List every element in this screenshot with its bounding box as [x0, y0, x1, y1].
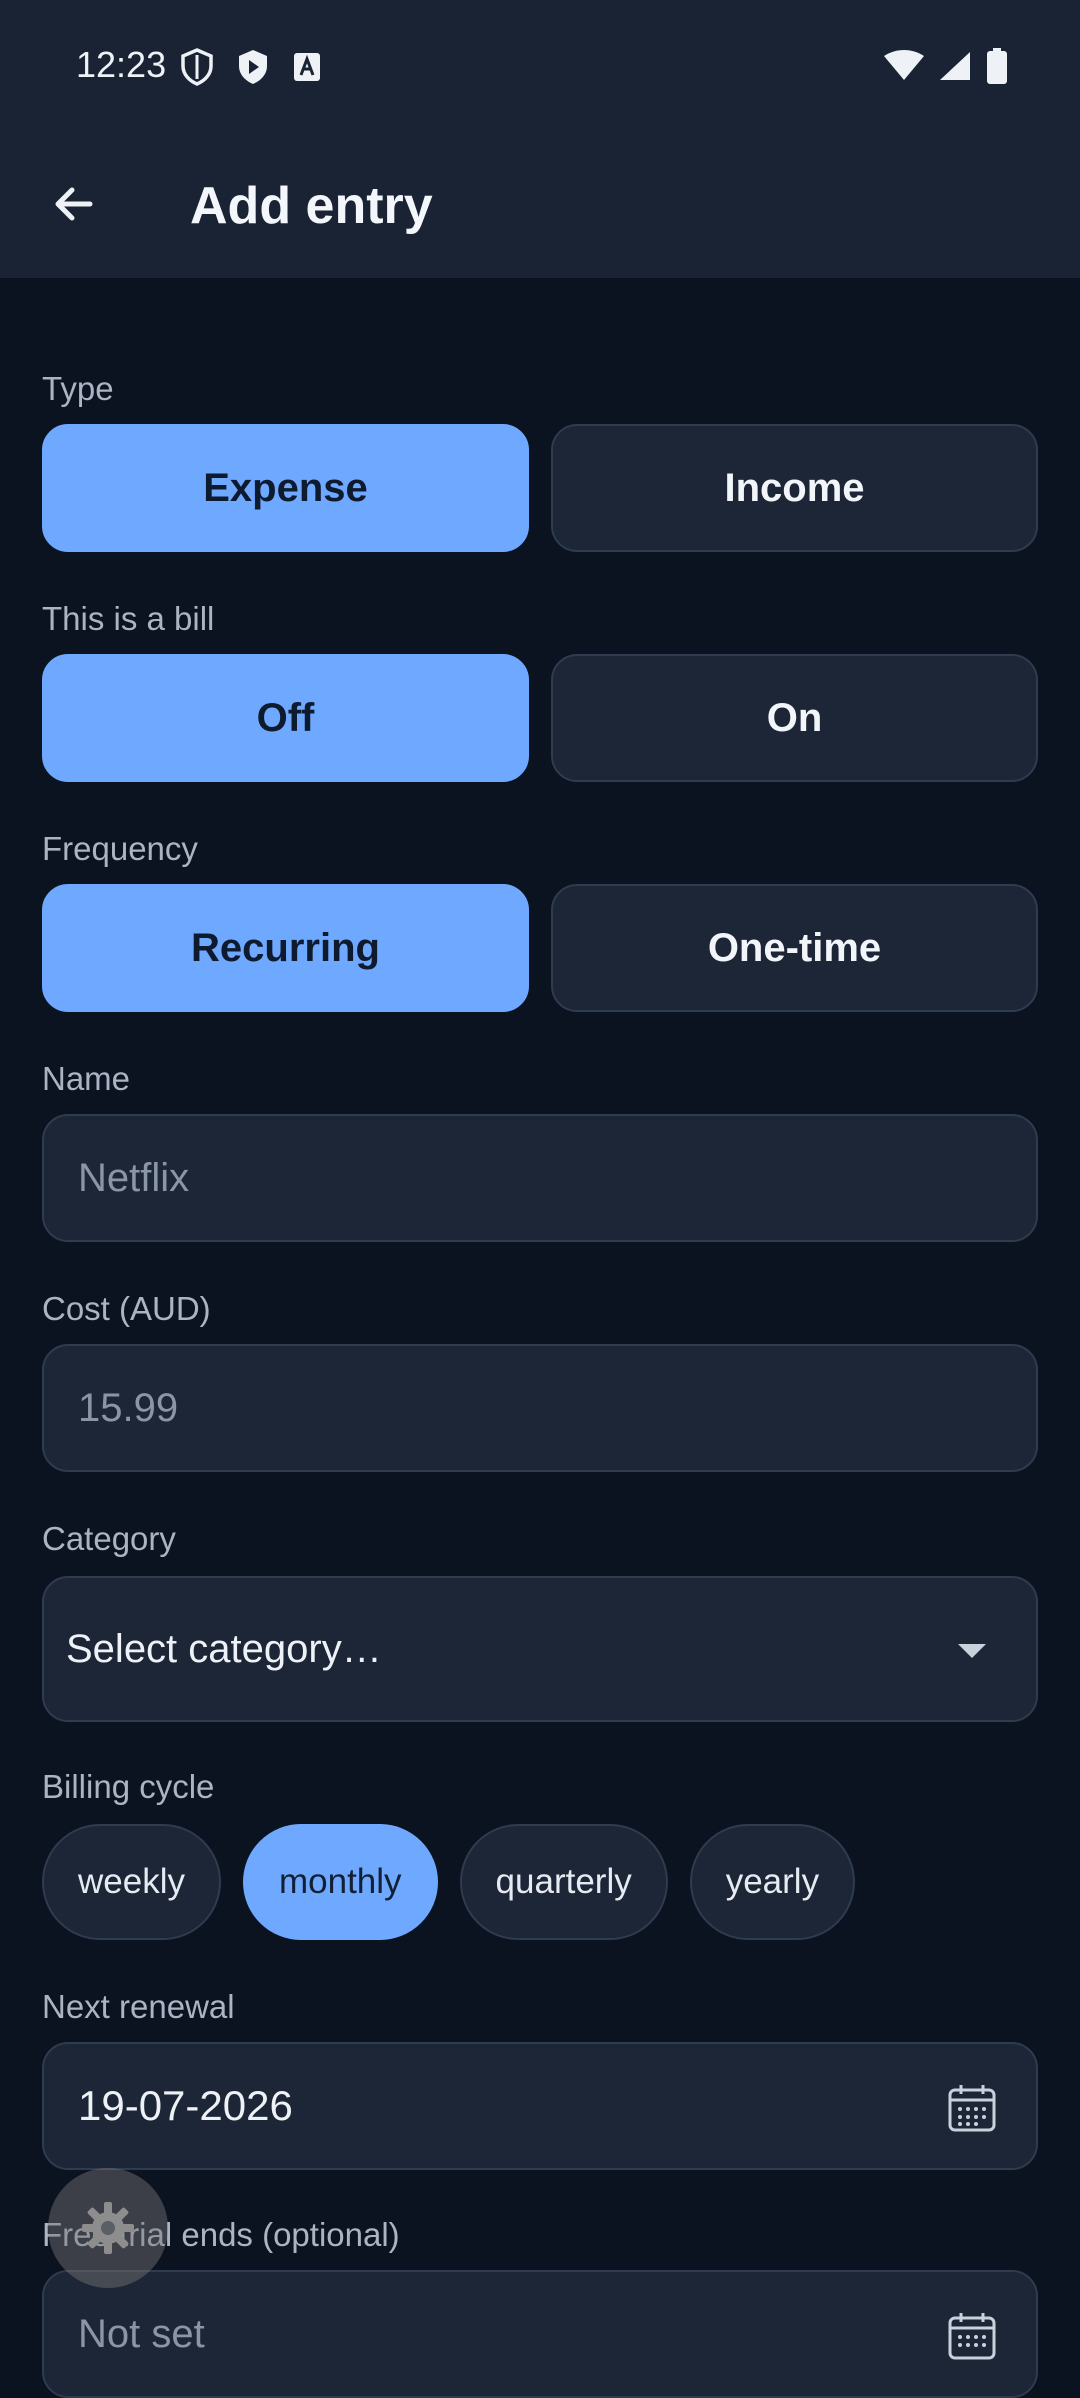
shield-outline-icon [181, 48, 213, 86]
status-bar: 12:23 [0, 0, 1080, 130]
signal-icon [940, 52, 970, 80]
next-renewal-value: 19-07-2026 [78, 2082, 293, 2129]
bill-label: This is a bill [42, 600, 215, 637]
recurring-button[interactable]: Recurring [42, 884, 529, 1012]
expense-button[interactable]: Expense [42, 424, 529, 552]
billing-cycle-chips: weekly monthly quarterly yearly [42, 1824, 856, 1940]
battery-icon [987, 48, 1007, 84]
app-a-icon [294, 53, 320, 81]
chip-weekly[interactable]: weekly [42, 1824, 221, 1940]
cost-field[interactable] [42, 1344, 1038, 1472]
status-system-icons [884, 48, 1008, 84]
back-button[interactable] [36, 166, 112, 242]
chip-quarterly[interactable]: quarterly [459, 1824, 668, 1940]
next-renewal-label: Next renewal [42, 1988, 235, 2025]
gear-icon [82, 2202, 134, 2254]
bill-on-button[interactable]: On [551, 654, 1038, 782]
cost-label: Cost (AUD) [42, 1290, 211, 1327]
cost-input[interactable] [78, 1385, 1002, 1431]
chip-monthly[interactable]: monthly [242, 1824, 438, 1940]
bill-segmented-control: Off On [42, 654, 1038, 782]
arrow-left-icon [55, 187, 93, 221]
income-button[interactable]: Income [551, 424, 1038, 552]
status-time: 12:23 [76, 44, 167, 85]
category-label: Category [42, 1520, 176, 1557]
bill-off-button[interactable]: Off [42, 654, 529, 782]
billing-cycle-label: Billing cycle [42, 1768, 215, 1805]
type-label: Type [42, 370, 114, 407]
category-select[interactable]: Select category… [42, 1576, 1038, 1722]
settings-fab[interactable] [48, 2168, 168, 2288]
next-renewal-field[interactable]: 19-07-2026 [42, 2042, 1038, 2170]
page-title: Add entry [190, 177, 433, 235]
category-value: Select category… [66, 1626, 382, 1671]
name-field[interactable] [42, 1114, 1038, 1242]
free-trial-value: Not set [78, 2311, 205, 2356]
chip-yearly[interactable]: yearly [689, 1824, 856, 1940]
caret-down-icon [958, 1644, 986, 1658]
shield-play-icon [239, 50, 267, 84]
status-notification-icons [180, 48, 322, 86]
calendar-icon[interactable] [946, 2310, 998, 2362]
calendar-icon[interactable] [946, 2082, 998, 2134]
type-segmented-control: Expense Income [42, 424, 1038, 552]
one-time-button[interactable]: One-time [551, 884, 1038, 1012]
name-label: Name [42, 1060, 131, 1097]
app-bar: Add entry [0, 130, 1080, 278]
name-input[interactable] [78, 1155, 1002, 1201]
free-trial-field[interactable]: Not set [42, 2270, 1038, 2398]
frequency-label: Frequency [42, 830, 198, 867]
frequency-segmented-control: Recurring One-time [42, 884, 1038, 1012]
wifi-icon [884, 50, 924, 80]
